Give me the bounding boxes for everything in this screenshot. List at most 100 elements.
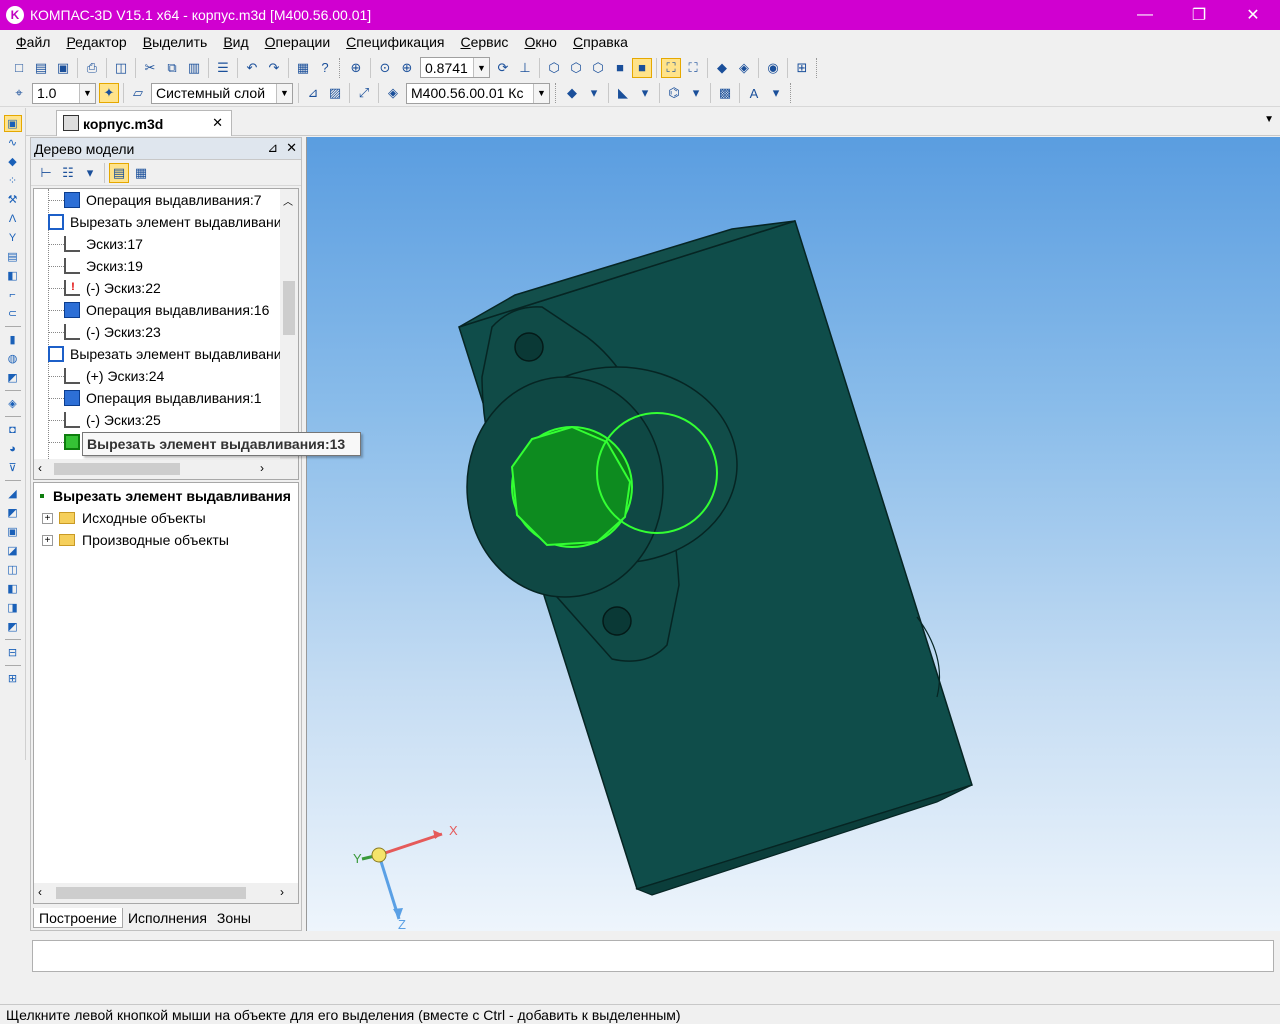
mcx-icon[interactable]: ▩: [715, 83, 735, 103]
copy-icon[interactable]: ⧉: [162, 58, 182, 78]
measure-icon[interactable]: ⊞: [792, 58, 812, 78]
tab-zones[interactable]: Зоны: [212, 908, 256, 928]
tree-item[interactable]: Вырезать элемент выдавливания: [34, 343, 284, 365]
assembly-icon[interactable]: ◈: [734, 58, 754, 78]
chevron-down-icon[interactable]: ▼: [276, 83, 292, 103]
orientation-icon[interactable]: ⊥: [515, 58, 535, 78]
save-icon[interactable]: ▣: [53, 58, 73, 78]
auxiliary-geometry-icon[interactable]: ⚒: [4, 191, 22, 208]
chevron-right-icon[interactable]: ›: [280, 885, 284, 899]
tree-sort-menu-icon[interactable]: ▾: [80, 163, 100, 183]
shell-tool-icon[interactable]: ▣: [4, 523, 22, 540]
select-tool-icon[interactable]: ⊂: [4, 305, 22, 322]
layer-combo[interactable]: Системный слой ▼: [151, 82, 293, 104]
layer-icon[interactable]: ▱: [128, 83, 148, 103]
cut-icon[interactable]: ✂: [140, 58, 160, 78]
pin-icon[interactable]: ⊿: [267, 140, 278, 156]
derived-objects-row[interactable]: + Производные объекты: [38, 529, 229, 551]
hidden-lines-icon[interactable]: ⬡: [566, 58, 586, 78]
tree-item[interactable]: Эскиз:17: [34, 233, 284, 255]
document-tab[interactable]: корпус.m3d ✕: [56, 110, 232, 136]
selected-object-row[interactable]: Вырезать элемент выдавливания: [38, 485, 291, 507]
tree-item[interactable]: Операция выдавливания:7: [34, 189, 284, 211]
orient-icon[interactable]: ⤢: [354, 83, 374, 103]
print-icon[interactable]: ⎙: [82, 58, 102, 78]
section-menu-icon[interactable]: ▾: [686, 83, 706, 103]
editing-details-icon[interactable]: ▣: [3, 115, 22, 132]
tab-construction[interactable]: Построение: [33, 908, 123, 928]
tree-item[interactable]: Эскиз:19: [34, 255, 284, 277]
zoom-in-icon[interactable]: ⊕: [397, 58, 417, 78]
mirror-tool-icon[interactable]: ◧: [4, 580, 22, 597]
tree-horizontal-scrollbar[interactable]: ‹ ›: [34, 459, 298, 479]
boolean-tool-icon[interactable]: ⊞: [4, 670, 22, 687]
extrude-tool-icon[interactable]: ▮: [4, 331, 22, 348]
tree-item[interactable]: ! (-) Эскиз:22: [34, 277, 284, 299]
diagnostics-icon[interactable]: ▤: [4, 248, 22, 265]
lock-icon[interactable]: ⊟: [4, 644, 22, 661]
local-cs-icon[interactable]: ⊿: [303, 83, 323, 103]
designation-combo[interactable]: M400.56.00.01 Кс ▼: [406, 82, 550, 104]
optics-icon[interactable]: ◣: [613, 83, 633, 103]
halftone-icon[interactable]: ■: [610, 58, 630, 78]
plane-icon[interactable]: ▨: [325, 83, 345, 103]
scroll-thumb[interactable]: [54, 463, 180, 475]
tab-versions[interactable]: Исполнения: [123, 908, 212, 928]
material-icon[interactable]: ◆: [562, 83, 582, 103]
color-icon[interactable]: ▾: [584, 83, 604, 103]
menu-specification[interactable]: Спецификация: [338, 34, 452, 50]
rotate-icon[interactable]: ⟳: [493, 58, 513, 78]
cut-rotate-tool-icon[interactable]: ◕: [4, 440, 22, 457]
manager-icon[interactable]: ▦: [293, 58, 313, 78]
menu-service[interactable]: Сервис: [452, 34, 516, 50]
cut-kinematic-tool-icon[interactable]: ⊽: [4, 459, 22, 476]
help-pointer-icon[interactable]: ?: [315, 58, 335, 78]
chevron-down-icon[interactable]: ▼: [79, 83, 95, 103]
menu-file[interactable]: Файл: [8, 34, 58, 50]
section-icon[interactable]: ⌬: [664, 83, 684, 103]
zoom-all-icon[interactable]: ⊙: [375, 58, 395, 78]
menu-help[interactable]: Справка: [565, 34, 636, 50]
close-panel-icon[interactable]: ✕: [286, 140, 297, 156]
minimize-button[interactable]: —: [1118, 0, 1172, 30]
designation-icon[interactable]: ◈: [383, 83, 403, 103]
draft-tool-icon[interactable]: ◩: [4, 618, 22, 635]
paste-icon[interactable]: ▥: [184, 58, 204, 78]
snap-icon[interactable]: ✦: [99, 83, 119, 103]
expand-icon[interactable]: +: [42, 534, 53, 546]
redo-icon[interactable]: ↷: [264, 58, 284, 78]
split-tool-icon[interactable]: ◫: [4, 561, 22, 578]
undo-icon[interactable]: ↶: [242, 58, 262, 78]
close-tab-icon[interactable]: ✕: [212, 115, 223, 131]
scroll-thumb[interactable]: [283, 281, 295, 335]
menu-select[interactable]: Выделить: [135, 34, 216, 50]
properties-horizontal-scrollbar[interactable]: ‹ ›: [34, 883, 298, 903]
sheet-body-icon[interactable]: ⌐: [4, 286, 22, 303]
part-icon[interactable]: ◆: [712, 58, 732, 78]
tree-item[interactable]: Операция выдавливания:16: [34, 299, 284, 321]
filter-selection-icon[interactable]: ⛶: [661, 57, 681, 78]
tree-item[interactable]: (-) Эскиз:23: [34, 321, 284, 343]
menu-edit[interactable]: Редактор: [58, 34, 134, 50]
kinematic-tool-icon[interactable]: ◩: [4, 369, 22, 386]
maximize-button[interactable]: ❐: [1172, 0, 1226, 30]
source-objects-row[interactable]: + Исходные объекты: [38, 507, 206, 529]
halftone-edges-icon[interactable]: ■: [632, 57, 652, 78]
menu-view[interactable]: Вид: [215, 34, 256, 50]
library-icon[interactable]: ◉: [763, 58, 783, 78]
hole-tool-icon[interactable]: ◨: [4, 599, 22, 616]
tree-list-icon[interactable]: ▤: [109, 162, 129, 183]
tree-sort-icon[interactable]: ☷: [58, 163, 78, 183]
tree-item[interactable]: Вырезать элемент выдавливания: [34, 211, 284, 233]
scroll-thumb[interactable]: [56, 887, 246, 899]
fillet-tool-icon[interactable]: ◢: [4, 485, 22, 502]
surfaces-icon[interactable]: ◆: [4, 153, 22, 170]
tree-vertical-scrollbar[interactable]: ︿: [280, 189, 298, 459]
optics-menu-icon[interactable]: ▾: [635, 83, 655, 103]
rib-tool-icon[interactable]: ◪: [4, 542, 22, 559]
chamfer-tool-icon[interactable]: ◩: [4, 504, 22, 521]
tree-item[interactable]: (+) Эскиз:24: [34, 365, 284, 387]
model-viewport[interactable]: X Y Z: [306, 137, 1280, 931]
tree-split-icon[interactable]: ▦: [131, 163, 151, 183]
chevron-up-icon[interactable]: ︿: [283, 193, 293, 208]
